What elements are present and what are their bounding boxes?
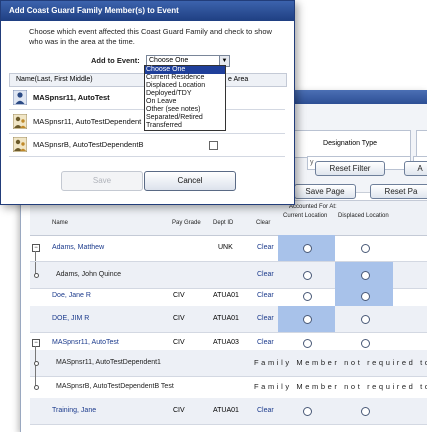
column-current-location: Current Location <box>283 213 328 219</box>
row-name: MASpnsrB, AutoTestDependentB Test <box>56 383 174 390</box>
row-name: MASpnsr11, AutoTestDependent1 <box>56 359 161 366</box>
dropdown-option[interactable]: Current Residence <box>145 74 225 82</box>
event-select-value: Choose One <box>149 57 189 64</box>
row-clear-link[interactable]: Clear <box>257 398 274 424</box>
row-dept-id: ATUA01 <box>213 407 239 414</box>
dependent-person-icon <box>13 137 27 152</box>
table-row: DOE, JIM R CIV ATUA01 Clear <box>30 306 427 333</box>
dropdown-option[interactable]: Transferred <box>145 122 225 130</box>
displaced-location-radio[interactable] <box>361 315 370 324</box>
dropdown-option[interactable]: Deployed/TDY <box>145 90 225 98</box>
designation-type-header: Designation Type <box>289 130 411 158</box>
designation-extra-header <box>416 130 427 158</box>
table-row: MASpnsr11, AutoTestDependent1 Family Mem… <box>30 350 427 377</box>
column-displaced-location: Displaced Location <box>338 213 389 219</box>
dropdown-option[interactable]: Choose One <box>145 66 225 74</box>
accounted-for-header: Accounted For At: <box>289 204 337 210</box>
current-location-radio[interactable] <box>303 339 312 348</box>
current-location-radio[interactable] <box>303 407 312 416</box>
row-name-link[interactable]: Training, Jane <box>52 398 96 424</box>
family-member-name: MASpnsrB, AutoTestDependentB <box>33 140 144 149</box>
table-row: Training, Jane CIV ATUA01 Clear <box>30 398 427 425</box>
current-location-radio[interactable] <box>303 315 312 324</box>
dependent-person-icon <box>13 114 27 129</box>
sponsor-person-icon <box>13 90 27 105</box>
family-member-message: Family Member not required to <box>254 358 427 367</box>
cancel-button[interactable]: Cancel <box>144 171 236 191</box>
family-member-name: MASpnsr11, AutoTestDependent <box>33 117 142 126</box>
dropdown-option[interactable]: Displaced Location <box>145 82 225 90</box>
displaced-location-radio[interactable] <box>361 407 370 416</box>
current-location-radio[interactable] <box>303 292 312 301</box>
row-pay-grade: CIV <box>173 315 185 322</box>
in-area-checkbox[interactable] <box>209 141 218 150</box>
add-to-event-label: Add to Event: <box>91 56 140 65</box>
displaced-location-radio[interactable] <box>361 244 370 253</box>
collapse-icon[interactable]: − <box>32 339 40 347</box>
column-clear: Clear <box>256 220 271 226</box>
tree-node-icon <box>34 385 39 390</box>
row-name-link[interactable]: DOE, JIM R <box>52 306 89 332</box>
reset-page-button[interactable]: Reset Pa <box>370 184 427 199</box>
row-clear-link[interactable]: Clear <box>257 306 274 332</box>
save-button[interactable]: Save <box>61 171 143 191</box>
column-dept-id[interactable]: Dept ID <box>213 220 233 226</box>
row-dept-id: UNK <box>218 244 233 251</box>
collapse-icon[interactable]: − <box>32 244 40 252</box>
table-row: − Adams, Matthew UNK Clear <box>30 235 427 262</box>
column-pay-grade[interactable]: Pay Grade <box>172 220 201 226</box>
family-member-row: MASpnsrB, AutoTestDependentB <box>9 134 285 157</box>
dropdown-option[interactable]: Separated/Retired <box>145 114 225 122</box>
dropdown-option[interactable]: Other (see notes) <box>145 106 225 114</box>
event-dropdown-list: Choose One Current Residence Displaced L… <box>144 65 226 131</box>
family-member-name: MASpnsr11, AutoTest <box>33 93 110 102</box>
name-column-header: Name(Last, First Middle) <box>16 76 93 83</box>
current-location-radio[interactable] <box>303 244 312 253</box>
dialog-title: Add Coast Guard Family Member(s) to Even… <box>1 1 294 21</box>
row-name-link[interactable]: Adams, Matthew <box>52 235 104 261</box>
current-location-radio[interactable] <box>303 271 312 280</box>
dialog-instructions: Choose which event affected this Coast G… <box>29 27 272 46</box>
table-row: MASpnsrB, AutoTestDependentB Test Family… <box>30 374 427 401</box>
displaced-location-radio[interactable] <box>361 271 370 280</box>
tree-node-icon <box>34 273 39 278</box>
save-page-button[interactable]: Save Page <box>294 184 356 199</box>
row-pay-grade: CIV <box>173 407 185 414</box>
row-clear-link[interactable]: Clear <box>257 235 274 261</box>
dropdown-option[interactable]: On Leave <box>145 98 225 106</box>
displaced-location-radio[interactable] <box>361 339 370 348</box>
grid-header: Accounted For At: Name Pay Grade Dept ID… <box>30 200 427 236</box>
family-member-message: Family Member not required to <box>254 382 427 391</box>
a-button[interactable]: A <box>404 161 427 176</box>
displaced-location-radio[interactable] <box>361 292 370 301</box>
area-column-header: e Area <box>228 76 249 83</box>
tree-node-icon <box>34 361 39 366</box>
row-dept-id: ATUA01 <box>213 315 239 322</box>
column-name[interactable]: Name <box>52 220 68 226</box>
reset-filter-button[interactable]: Reset Filter <box>315 161 385 176</box>
